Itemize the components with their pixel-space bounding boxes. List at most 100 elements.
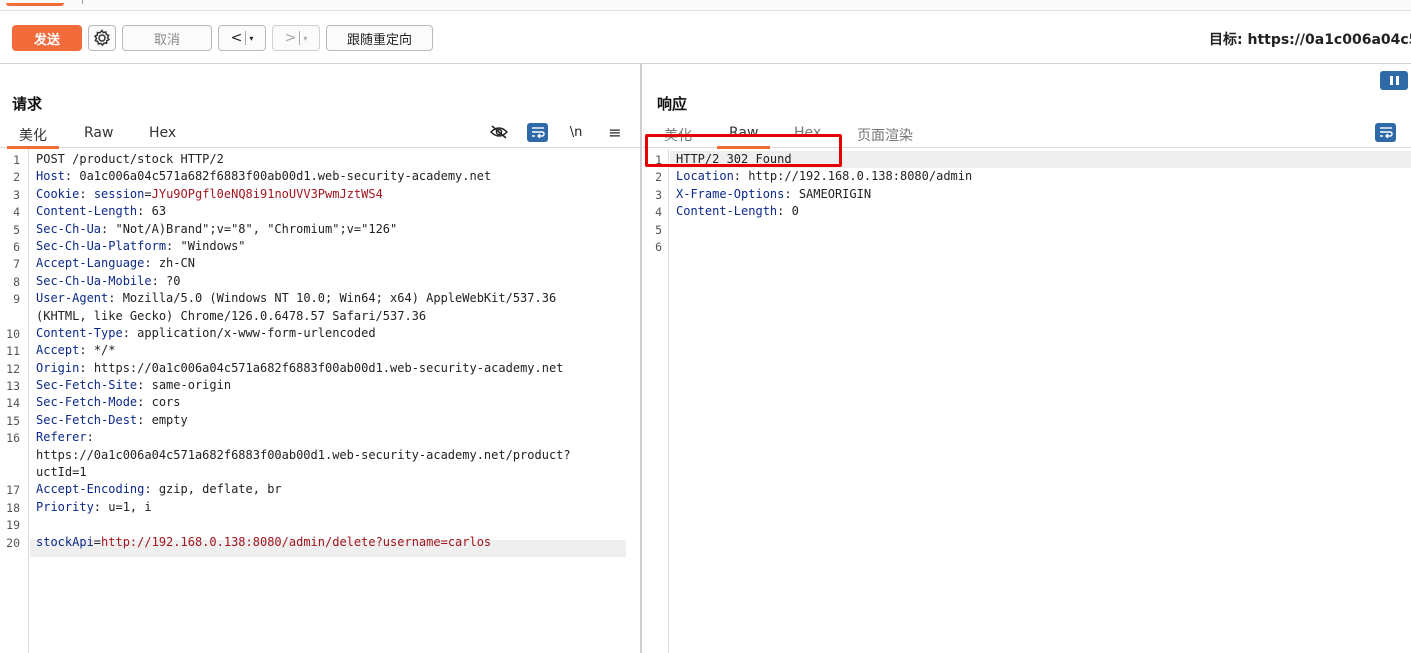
line-number: 10: [6, 326, 20, 341]
separator: :: [93, 499, 109, 514]
line-number: 2: [13, 170, 20, 185]
line-number: 20: [6, 535, 20, 550]
response-editor[interactable]: 1 HTTP/2 302 Found 2 Location: http://192.1…: [642, 149, 1411, 653]
cancel-button[interactable]: 取消: [122, 25, 212, 51]
line-content: Priority: u=1, i: [36, 499, 152, 516]
line-value: POST /product/stock HTTP/2: [36, 152, 224, 166]
tab-pretty[interactable]: 美化: [7, 125, 59, 149]
code-line: 15 Sec-Fetch-Dest: empty: [0, 412, 640, 429]
line-content: Origin: https://0a1c006a04c571a682f6883f…: [36, 360, 563, 377]
repeater-window: 发送 取消 < ▾ > ▾ 跟随重定向 目标: https://0a1c006a…: [0, 0, 1411, 653]
separator: :: [86, 430, 94, 445]
active-tab-indicator[interactable]: [6, 0, 64, 6]
line-content: User-Agent: Mozilla/5.0 (Windows NT 10.0…: [36, 290, 556, 325]
code-line: 3 X-Frame-Options: SAMEORIGIN: [642, 186, 1411, 203]
separator: :: [137, 378, 152, 393]
send-button[interactable]: 发送: [12, 25, 82, 51]
line-value: u=1, i: [108, 499, 152, 514]
forward-dropdown-icon[interactable]: ▾: [303, 34, 307, 43]
line-number: 8: [13, 274, 20, 289]
line-content: X-Frame-Options: SAMEORIGIN: [676, 186, 871, 203]
code-line: 20 stockApi=http://192.168.0.138:8080/adm…: [0, 534, 640, 551]
separator: :: [144, 482, 159, 497]
header-name: Cookie: [36, 186, 80, 201]
line-value: http://192.168.0.138:8080/admin: [748, 169, 973, 184]
back-button[interactable]: < ▾: [218, 25, 266, 51]
separator: :: [122, 325, 138, 340]
separator: =: [144, 186, 152, 201]
line-content: Sec-Ch-Ua-Mobile: ?0: [36, 273, 181, 290]
code-line: 18 Priority: u=1, i: [0, 499, 640, 516]
forward-arrow-icon: >: [284, 30, 297, 46]
line-value: zh-CN: [158, 256, 195, 271]
line-content: Sec-Ch-Ua: "Not/A)Brand";v="8", "Chromiu…: [36, 221, 397, 238]
response-title: 响应: [657, 95, 688, 113]
request-editor-tools: \n ≡: [488, 120, 626, 144]
tab-render[interactable]: 页面渲染: [857, 125, 913, 145]
line-content: Location: http://192.168.0.138:8080/admi…: [676, 168, 972, 185]
line-content: Content-Length: 0: [676, 203, 799, 220]
wrap-icon[interactable]: [1375, 122, 1396, 142]
line-value: Mozilla/5.0 (Windows NT 10.0; Win64; x64…: [122, 291, 557, 306]
line-content: Sec-Fetch-Dest: empty: [36, 412, 188, 429]
line-number: 16: [6, 431, 20, 446]
header-name: Sec-Fetch-Mode: [36, 395, 138, 410]
settings-button[interactable]: [88, 25, 116, 51]
code-line: 16 Referer: https://0a1c006a04c571a682f688…: [0, 429, 640, 481]
code-line: 8 Sec-Ch-Ua-Mobile: ?0: [0, 273, 640, 290]
param-value: http://192.168.0.138:8080/admin/delete?u…: [101, 534, 492, 549]
header-name: Accept-Language: [36, 256, 145, 271]
line-number: 11: [6, 344, 20, 359]
request-editor[interactable]: 1 POST /product/stock HTTP/2 2 Host: 0a1c00…: [0, 149, 640, 653]
header-name: Location: [676, 169, 734, 184]
annotation-highlight-box: [645, 134, 842, 167]
line-content: POST /product/stock HTTP/2: [36, 151, 224, 168]
separator: :: [151, 273, 167, 288]
code-line: 17 Accept-Encoding: gzip, deflate, br: [0, 481, 640, 498]
separator: :: [64, 169, 80, 184]
code-line: 9 User-Agent: Mozilla/5.0 (Windows NT 10.…: [0, 290, 640, 325]
tab-hex[interactable]: Hex: [149, 125, 176, 141]
newline-icon[interactable]: \n: [565, 122, 587, 142]
code-line: 12 Origin: https://0a1c006a04c571a682f688…: [0, 360, 640, 377]
separator: :: [784, 186, 799, 201]
line-value: 0: [791, 204, 799, 219]
back-arrow-icon: <: [230, 30, 243, 46]
header-name: Origin: [36, 360, 80, 375]
header-name: Sec-Ch-Ua-Mobile: [36, 273, 152, 288]
request-panel: 请求 美化 Raw Hex \n ≡ 1 POST /product/stock …: [0, 64, 640, 653]
line-number: 6: [13, 239, 20, 254]
wrapped-line: (KHTML, like Gecko) Chrome/126.0.6478.57…: [36, 308, 427, 323]
header-name: User-Agent: [36, 291, 109, 306]
back-dropdown-icon[interactable]: ▾: [249, 34, 253, 43]
forward-button[interactable]: > ▾: [272, 25, 320, 51]
line-number: 2: [655, 170, 662, 185]
line-number: 13: [6, 379, 20, 394]
separator: :: [108, 291, 123, 306]
menu-icon[interactable]: ≡: [604, 122, 626, 142]
code-line: 13 Sec-Fetch-Site: same-origin: [0, 377, 640, 394]
line-number: 5: [655, 222, 662, 237]
line-content: Accept: */*: [36, 342, 116, 359]
code-line: 19: [0, 516, 640, 533]
header-name: Sec-Ch-Ua: [36, 221, 102, 236]
line-value: */*: [93, 343, 116, 358]
follow-redirect-button[interactable]: 跟随重定向: [326, 25, 433, 51]
wrapped-line: https://0a1c006a04c571a682f6883f00ab00d1…: [36, 447, 571, 462]
code-line: 14 Sec-Fetch-Mode: cors: [0, 394, 640, 411]
eye-slash-icon[interactable]: [488, 122, 510, 142]
cookie-value: JYu9OPgfl0eNQ8i91noUVV3PwmJztWS4: [151, 186, 383, 201]
code-line: 6: [642, 238, 1411, 255]
header-name: Accept-Encoding: [36, 482, 145, 497]
wrap-icon[interactable]: [527, 122, 548, 142]
line-number: 19: [6, 518, 20, 533]
line-value: same-origin: [151, 378, 232, 393]
target-label[interactable]: 目标: https://0a1c006a04c57: [1209, 29, 1411, 49]
line-number: 1: [13, 153, 20, 167]
code-line: 2 Host: 0a1c006a04c571a682f6883f00ab00d1.…: [0, 168, 640, 185]
layout-toggle-icon[interactable]: [1380, 71, 1408, 90]
top-tab-strip: [0, 0, 1411, 11]
line-value: application/x-www-form-urlencoded: [137, 325, 376, 340]
tab-raw[interactable]: Raw: [84, 125, 113, 141]
header-name: Accept: [36, 343, 80, 358]
